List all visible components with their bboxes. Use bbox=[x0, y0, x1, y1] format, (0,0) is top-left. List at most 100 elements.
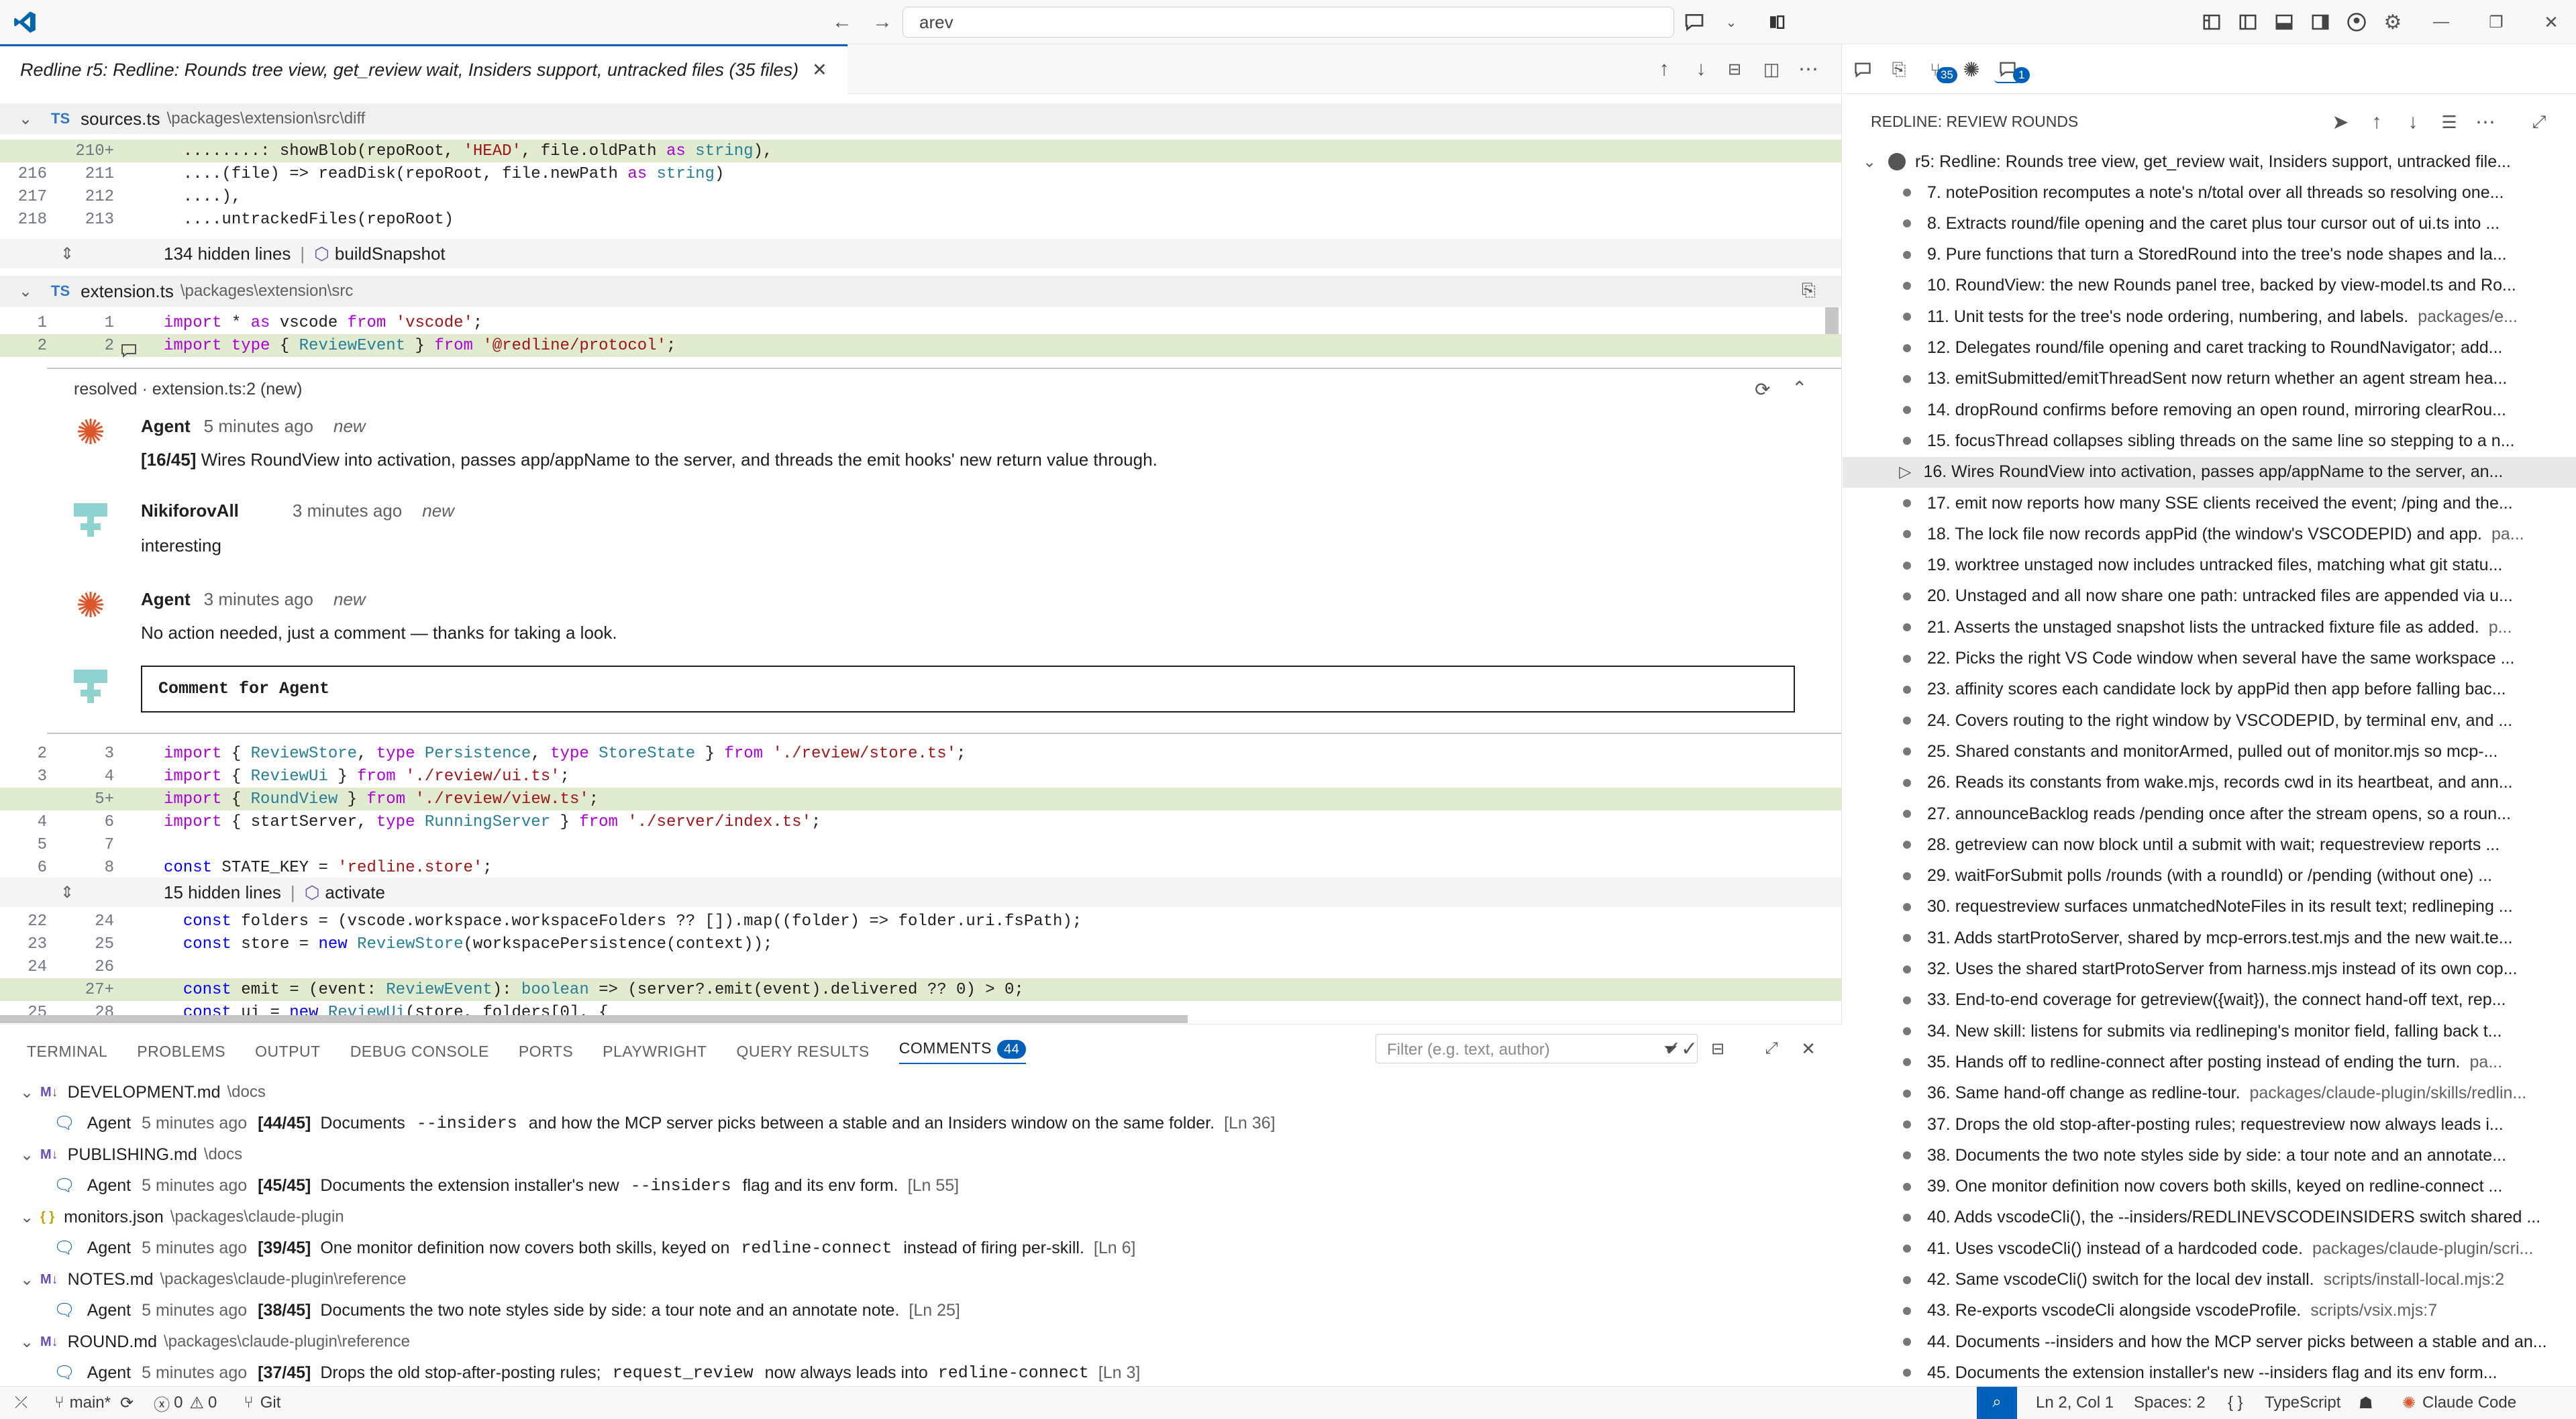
chevron-down-icon[interactable]: ⌄ bbox=[1856, 152, 1883, 172]
restore-icon[interactable]: ❐ bbox=[2483, 9, 2510, 36]
tab-close-icon[interactable]: ✕ bbox=[812, 60, 827, 81]
close-panel-icon[interactable]: ✕ bbox=[1795, 1035, 1822, 1062]
close-window-icon[interactable]: ✕ bbox=[2538, 9, 2565, 36]
note-item[interactable]: ▷ 16. Wires RoundView into activation, pa… bbox=[1843, 456, 2576, 488]
panel-tab-ports[interactable]: PORTS bbox=[519, 1043, 573, 1061]
cursor-position[interactable]: Ln 2, Col 1 bbox=[2036, 1394, 2114, 1412]
files-icon[interactable]: ⎘ bbox=[1886, 56, 1912, 83]
code-line[interactable]: 22 24 const folders = (vscode.workspace.w… bbox=[0, 910, 1841, 933]
note-item[interactable]: 7. notePosition recomputes a note's n/to… bbox=[1843, 177, 2576, 208]
panel-tab-debug-console[interactable]: DEBUG CONSOLE bbox=[350, 1043, 489, 1061]
code-text[interactable]: const store = new ReviewStore(workspaceP… bbox=[121, 935, 773, 953]
chevron-down-icon[interactable]: ⌄ bbox=[13, 1145, 40, 1165]
note-item[interactable]: 31. Adds startProtoServer, shared by mcp… bbox=[1843, 923, 2576, 953]
note-item[interactable]: 29. waitForSubmit polls /rounds (with a … bbox=[1843, 861, 2576, 892]
code-line[interactable]: 24 26 bbox=[0, 955, 1841, 978]
copilot-status-icon[interactable]: ☗ bbox=[2359, 1394, 2373, 1413]
file-header-sources[interactable]: ⌄ TS sources.ts \packages\extension\src\… bbox=[0, 103, 1841, 134]
previous-round-icon[interactable]: ↑ bbox=[2363, 109, 2390, 136]
note-item[interactable]: 38. Documents the two note styles side b… bbox=[1843, 1140, 2576, 1171]
code-text[interactable]: import { startServer, type RunningServer… bbox=[121, 813, 821, 831]
split-editor-icon[interactable]: ◫ bbox=[1758, 56, 1785, 83]
code-line[interactable]: 23 25 const store = new ReviewStore(works… bbox=[0, 933, 1841, 955]
note-item[interactable]: 42. Same vscodeCli() switch for the loca… bbox=[1843, 1265, 2576, 1296]
layout-icon[interactable] bbox=[2198, 9, 2225, 36]
resolve-all-icon[interactable]: ✓✓ bbox=[1664, 1035, 1698, 1062]
claude-status[interactable]: Claude Code bbox=[2422, 1394, 2516, 1412]
note-item[interactable]: 33. End-to-end coverage for getreview({w… bbox=[1843, 985, 2576, 1016]
note-item[interactable]: 28. getreview can now block until a subm… bbox=[1843, 829, 2576, 860]
claude-icon[interactable]: ✺ bbox=[1958, 56, 1985, 83]
code-text[interactable]: import { ReviewStore, type Persistence, … bbox=[121, 745, 966, 763]
panel-tab-terminal[interactable]: TERMINAL bbox=[27, 1043, 107, 1061]
note-item[interactable]: 45. Documents the extension installer's … bbox=[1843, 1357, 2576, 1386]
sync-icon[interactable]: ⟳ bbox=[120, 1394, 134, 1413]
back-arrow-icon[interactable]: ← bbox=[829, 9, 856, 36]
note-item[interactable]: 10. RoundView: the new Rounds panel tree… bbox=[1843, 270, 2576, 301]
note-item[interactable]: 15. focusThread collapses sibling thread… bbox=[1843, 425, 2576, 456]
code-line[interactable]: 27+ const emit = (event: ReviewEvent): b… bbox=[0, 978, 1841, 1001]
comment-entry[interactable]: 🗨 Agent 5 minutes ago [44/45] Documents --in… bbox=[0, 1108, 1842, 1139]
note-item[interactable]: 17. emit now reports how many SSE client… bbox=[1843, 488, 2576, 519]
comment-entry[interactable]: 🗨 Agent 5 minutes ago [37/45] Drops the old … bbox=[0, 1357, 1842, 1388]
comment-entry[interactable]: 🗨 Agent 5 minutes ago [45/45] Documents the … bbox=[0, 1170, 1842, 1201]
note-item[interactable]: 9. Pure functions that turn a StoredRoun… bbox=[1843, 240, 2576, 270]
comment-file-group[interactable]: ⌄ M↓ PUBLISHING.md \docs bbox=[0, 1139, 1842, 1170]
code-text[interactable]: const folders = (vscode.workspace.worksp… bbox=[121, 912, 1082, 931]
list-icon[interactable]: ☰ bbox=[2436, 109, 2463, 136]
comment-file-group[interactable]: ⌄ M↓ DEVELOPMENT.md \docs bbox=[0, 1077, 1842, 1108]
note-item[interactable]: 36. Same hand-off change as redline-tour… bbox=[1843, 1078, 2576, 1109]
panel-tab-output[interactable]: OUTPUT bbox=[255, 1043, 321, 1061]
file-name[interactable]: sources.ts bbox=[81, 109, 160, 129]
note-item[interactable]: 26. Reads its constants from wake.mjs, r… bbox=[1843, 768, 2576, 798]
note-item[interactable]: 40. Adds vscodeCli(), the --insiders/RED… bbox=[1843, 1202, 2576, 1233]
chat-dropdown-chevron-icon[interactable]: ⌄ bbox=[1718, 9, 1745, 36]
code-text[interactable]: ....(file) => readDisk(repoRoot, file.ne… bbox=[121, 165, 725, 183]
comment-file-group[interactable]: ⌄ M↓ NOTES.md \packages\claude-plugin\refer… bbox=[0, 1264, 1842, 1295]
more-actions-icon[interactable]: ⋯ bbox=[2472, 109, 2499, 136]
horizontal-scrollbar[interactable] bbox=[0, 1015, 1188, 1023]
expand-icon[interactable]: ⇕ bbox=[54, 244, 81, 264]
git-label[interactable]: Git bbox=[260, 1394, 281, 1412]
note-item[interactable]: 30. requestreview surfaces unmatchedNote… bbox=[1843, 892, 2576, 923]
hidden-lines-count[interactable]: 15 hidden lines bbox=[164, 882, 281, 903]
more-actions-icon[interactable]: ⋯ bbox=[1795, 56, 1822, 83]
note-item[interactable]: 44. Documents --insiders and how the MCP… bbox=[1843, 1326, 2576, 1357]
code-line[interactable]: 6 8 const STATE_KEY = 'redline.store'; bbox=[0, 856, 1841, 879]
code-text[interactable]: const emit = (event: ReviewEvent): boole… bbox=[121, 981, 1024, 999]
panel-tab-playwright[interactable]: PLAYWRIGHT bbox=[603, 1043, 707, 1061]
chevron-down-icon[interactable]: ⌄ bbox=[13, 1270, 40, 1290]
code-text[interactable]: const STATE_KEY = 'redline.store'; bbox=[121, 859, 493, 877]
code-text[interactable]: ........: showBlob(repoRoot, 'HEAD', fil… bbox=[121, 142, 773, 160]
comment-file-group[interactable]: ⌄{ } monitors.json \packages\claude-plugin bbox=[0, 1202, 1842, 1232]
note-item[interactable]: 8. Extracts round/file opening and the c… bbox=[1843, 208, 2576, 239]
comment-entry[interactable]: 🗨 Agent 5 minutes ago [38/45] Documents the … bbox=[0, 1295, 1842, 1326]
code-text[interactable]: import type { ReviewEvent } from '@redli… bbox=[121, 337, 676, 355]
toggle-primary-sidebar-icon[interactable] bbox=[2234, 9, 2261, 36]
expand-icon[interactable]: ⇕ bbox=[54, 883, 81, 902]
send-icon[interactable]: ➤ bbox=[2327, 109, 2354, 136]
copilot-icon[interactable] bbox=[1763, 9, 1790, 36]
collapse-all-icon[interactable]: ⊟ bbox=[1721, 56, 1748, 83]
command-center-search[interactable]: arev bbox=[903, 7, 1674, 38]
note-item[interactable]: 21. Asserts the unstaged snapshot lists … bbox=[1843, 612, 2576, 643]
next-round-icon[interactable]: ↓ bbox=[2400, 109, 2426, 136]
chevron-down-icon[interactable]: ⌄ bbox=[13, 1083, 40, 1102]
chat-icon[interactable] bbox=[1681, 9, 1708, 36]
panel-tab-query-results[interactable]: QUERY RESULTS bbox=[737, 1043, 870, 1061]
note-item[interactable]: 23. affinity scores each candidate lock … bbox=[1843, 674, 2576, 705]
note-item[interactable]: 27. announceBacklog reads /pending once … bbox=[1843, 798, 2576, 829]
note-item[interactable]: 12. Delegates round/file opening and car… bbox=[1843, 333, 2576, 364]
note-item[interactable]: 11. Unit tests for the tree's node order… bbox=[1843, 301, 2576, 332]
code-line[interactable]: 1 1 import * as vscode from 'vscode'; bbox=[0, 311, 1841, 334]
zoom-search-icon[interactable]: ⌕ bbox=[1977, 1387, 2017, 1419]
indentation[interactable]: Spaces: 2 bbox=[2134, 1394, 2206, 1412]
code-text[interactable]: import * as vscode from 'vscode'; bbox=[121, 314, 482, 332]
code-line[interactable]: 5+ import { RoundView } from './review/vi… bbox=[0, 788, 1841, 810]
note-item[interactable]: 32. Uses the shared startProtoServer fro… bbox=[1843, 954, 2576, 985]
vertical-scrollbar[interactable] bbox=[1825, 307, 1839, 334]
note-item[interactable]: 43. Re-exports vscodeCli alongside vscod… bbox=[1843, 1296, 2576, 1326]
note-item[interactable]: 39. One monitor definition now covers bo… bbox=[1843, 1171, 2576, 1202]
note-item[interactable]: 14. dropRound confirms before removing a… bbox=[1843, 395, 2576, 425]
file-name[interactable]: extension.ts bbox=[81, 281, 174, 302]
